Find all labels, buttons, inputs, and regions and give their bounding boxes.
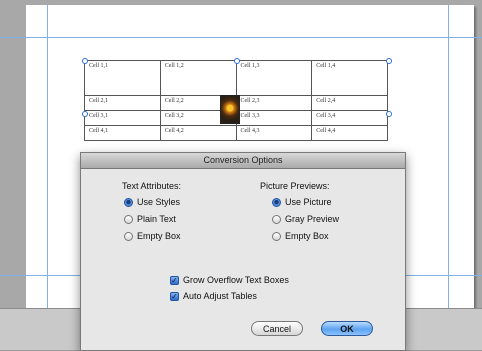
selection-handle-top-left[interactable] (82, 58, 88, 64)
table-cell[interactable]: Cell 1,3 (235, 60, 313, 96)
auto-adjust-checkbox[interactable]: ✓ Auto Adjust Tables (170, 291, 257, 301)
table-cell[interactable]: Cell 2,1 (84, 95, 161, 111)
table-cell[interactable]: Cell 4,1 (84, 125, 161, 141)
table-row: Cell 4,1 Cell 4,2 Cell 4,3 Cell 4,4 (84, 125, 388, 141)
radio-icon (272, 231, 281, 241)
picture-previews-label: Picture Previews: (260, 181, 330, 191)
grow-overflow-checkbox[interactable]: ✓ Grow Overflow Text Boxes (170, 275, 289, 285)
table-cell[interactable]: Cell 4,2 (159, 125, 237, 141)
guide-vertical-right[interactable] (448, 5, 449, 308)
check-icon: ✓ (170, 275, 179, 285)
text-attributes-label: Text Attributes: (122, 181, 182, 191)
table-cell[interactable]: Cell 3,4 (311, 110, 388, 126)
guide-horizontal-top[interactable] (0, 37, 482, 38)
selection-handle-mid-left[interactable] (82, 111, 88, 117)
ok-button[interactable]: OK (321, 321, 373, 336)
radio-label: Empty Box (285, 231, 329, 241)
radio-icon (124, 214, 133, 224)
table-cell[interactable]: Cell 2,3 (235, 95, 313, 111)
table-cell[interactable]: Cell 1,2 (159, 60, 237, 96)
radio-label: Use Picture (285, 197, 332, 207)
table-cell[interactable]: Cell 1,1 (84, 60, 161, 96)
radio-empty-box-picture[interactable]: Empty Box (272, 231, 329, 241)
radio-empty-box-text[interactable]: Empty Box (124, 231, 181, 241)
radio-icon (272, 214, 281, 224)
cancel-button[interactable]: Cancel (251, 321, 303, 336)
table-cell[interactable]: Cell 1,4 (311, 60, 388, 96)
table-cell[interactable]: Cell 4,3 (235, 125, 313, 141)
radio-icon (124, 231, 133, 241)
dialog-title: Conversion Options (81, 153, 405, 169)
table-cell[interactable]: Cell 4,4 (311, 125, 388, 141)
conversion-options-dialog: Conversion Options Text Attributes: Use … (80, 152, 406, 351)
radio-gray-preview[interactable]: Gray Preview (272, 214, 339, 224)
table-cell[interactable]: Cell 3,1 (84, 110, 161, 126)
radio-icon (124, 197, 133, 207)
photo-thumbnail[interactable] (220, 95, 240, 124)
radio-use-picture[interactable]: Use Picture (272, 197, 332, 207)
check-icon: ✓ (170, 291, 179, 301)
selection-handle-top-middle[interactable] (234, 58, 240, 64)
radio-label: Use Styles (137, 197, 181, 207)
table-row: Cell 1,1 Cell 1,2 Cell 1,3 Cell 1,4 (84, 60, 388, 96)
checkbox-label: Grow Overflow Text Boxes (183, 275, 289, 285)
radio-label: Gray Preview (285, 214, 340, 224)
selection-handle-top-right[interactable] (386, 58, 392, 64)
selection-handle-mid-right[interactable] (386, 111, 392, 117)
table-cell[interactable]: Cell 3,3 (235, 110, 313, 126)
checkbox-label: Auto Adjust Tables (183, 291, 257, 301)
guide-vertical-left[interactable] (47, 5, 48, 308)
radio-icon (272, 197, 281, 207)
radio-plain-text[interactable]: Plain Text (124, 214, 176, 224)
table-cell[interactable]: Cell 2,4 (311, 95, 388, 111)
radio-label: Empty Box (137, 231, 181, 241)
radio-label: Plain Text (137, 214, 176, 224)
layout-canvas: Cell 1,1 Cell 1,2 Cell 1,3 Cell 1,4 Cell… (0, 0, 482, 351)
radio-use-styles[interactable]: Use Styles (124, 197, 180, 207)
